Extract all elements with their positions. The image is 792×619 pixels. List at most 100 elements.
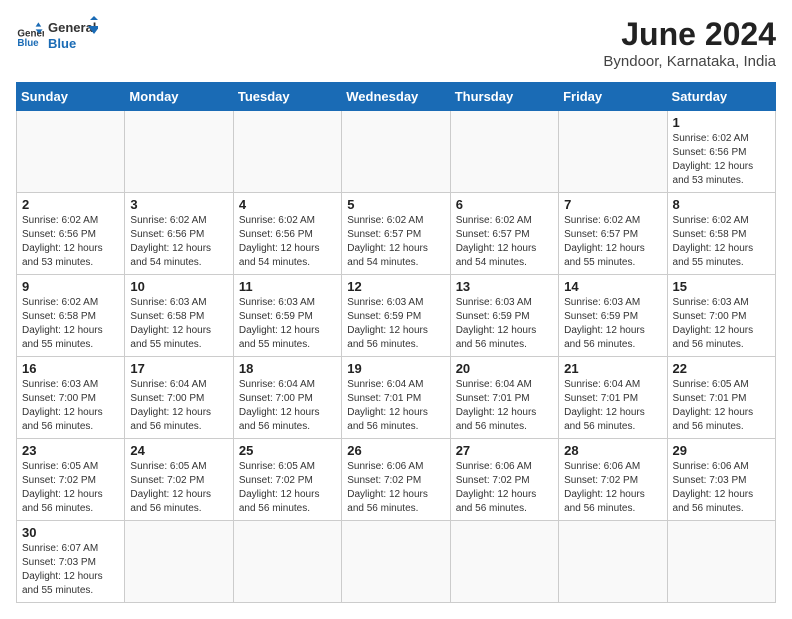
calendar-cell (342, 111, 450, 193)
subtitle: Byndoor, Karnataka, India (603, 53, 776, 70)
day-info: Sunrise: 6:06 AM Sunset: 7:02 PM Dayligh… (456, 460, 553, 516)
day-header-tuesday: Tuesday (233, 83, 341, 111)
calendar-week-row: 2 Sunrise: 6:02 AM Sunset: 6:56 PM Daylig… (17, 193, 776, 275)
day-info: Sunrise: 6:02 AM Sunset: 6:57 PM Dayligh… (456, 214, 553, 270)
calendar-header-row: SundayMondayTuesdayWednesdayThursdayFrid… (17, 83, 776, 111)
calendar-cell: 18 Sunrise: 6:04 AM Sunset: 7:00 PM Dayli… (233, 357, 341, 439)
calendar-cell: 12 Sunrise: 6:03 AM Sunset: 6:59 PM Dayli… (342, 275, 450, 357)
day-info: Sunrise: 6:04 AM Sunset: 7:01 PM Dayligh… (564, 378, 661, 434)
day-header-wednesday: Wednesday (342, 83, 450, 111)
day-number: 22 (673, 361, 770, 376)
day-header-monday: Monday (125, 83, 233, 111)
day-info: Sunrise: 6:02 AM Sunset: 6:58 PM Dayligh… (22, 296, 119, 352)
day-number: 8 (673, 197, 770, 212)
calendar-cell: 2 Sunrise: 6:02 AM Sunset: 6:56 PM Daylig… (17, 193, 125, 275)
day-info: Sunrise: 6:02 AM Sunset: 6:56 PM Dayligh… (130, 214, 227, 270)
calendar-cell: 16 Sunrise: 6:03 AM Sunset: 7:00 PM Dayli… (17, 357, 125, 439)
generalblue-logo-svg: General Blue (48, 16, 98, 54)
calendar-cell: 23Sunrise: 6:05 AM Sunset: 7:02 PM Dayli… (17, 439, 125, 521)
calendar-cell: 22Sunrise: 6:05 AM Sunset: 7:01 PM Dayli… (667, 357, 775, 439)
calendar-cell: 29 Sunrise: 6:06 AM Sunset: 7:03 PM Dayli… (667, 439, 775, 521)
day-header-thursday: Thursday (450, 83, 558, 111)
calendar-cell: 10Sunrise: 6:03 AM Sunset: 6:58 PM Dayli… (125, 275, 233, 357)
day-number: 17 (130, 361, 227, 376)
calendar-cell (559, 521, 667, 603)
day-number: 6 (456, 197, 553, 212)
day-number: 26 (347, 443, 444, 458)
day-number: 21 (564, 361, 661, 376)
day-number: 27 (456, 443, 553, 458)
calendar-cell: 30 Sunrise: 6:07 AM Sunset: 7:03 PM Dayli… (17, 521, 125, 603)
day-number: 23 (22, 443, 119, 458)
day-number: 3 (130, 197, 227, 212)
calendar-cell: 17Sunrise: 6:04 AM Sunset: 7:00 PM Dayli… (125, 357, 233, 439)
day-info: Sunrise: 6:03 AM Sunset: 6:59 PM Dayligh… (347, 296, 444, 352)
day-header-sunday: Sunday (17, 83, 125, 111)
calendar-cell: 25Sunrise: 6:05 AM Sunset: 7:02 PM Dayli… (233, 439, 341, 521)
day-number: 18 (239, 361, 336, 376)
day-info: Sunrise: 6:02 AM Sunset: 6:56 PM Dayligh… (239, 214, 336, 270)
calendar-cell: 1 Sunrise: 6:02 AM Sunset: 6:56 PM Daylig… (667, 111, 775, 193)
day-number: 14 (564, 279, 661, 294)
day-number: 11 (239, 279, 336, 294)
day-info: Sunrise: 6:04 AM Sunset: 7:01 PM Dayligh… (347, 378, 444, 434)
day-info: Sunrise: 6:02 AM Sunset: 6:58 PM Dayligh… (673, 214, 770, 270)
calendar-cell (450, 521, 558, 603)
calendar-cell: 26Sunrise: 6:06 AM Sunset: 7:02 PM Dayli… (342, 439, 450, 521)
day-number: 7 (564, 197, 661, 212)
page-header: General Blue General Blue June 2024 Bynd… (16, 16, 776, 70)
calendar-cell: 5Sunrise: 6:02 AM Sunset: 6:57 PM Daylig… (342, 193, 450, 275)
day-header-saturday: Saturday (667, 83, 775, 111)
calendar-cell: 24Sunrise: 6:05 AM Sunset: 7:02 PM Dayli… (125, 439, 233, 521)
calendar-cell (667, 521, 775, 603)
calendar-week-row: 23 Sunrise: 6:05 AM Sunset: 7:02 PM Dayli… (17, 439, 776, 521)
svg-text:Blue: Blue (17, 38, 39, 49)
day-info: Sunrise: 6:03 AM Sunset: 7:00 PM Dayligh… (673, 296, 770, 352)
calendar-week-row: 1 Sunrise: 6:02 AM Sunset: 6:56 PM Daylig… (17, 111, 776, 193)
day-number: 28 (564, 443, 661, 458)
calendar-cell (233, 521, 341, 603)
day-info: Sunrise: 6:03 AM Sunset: 6:59 PM Dayligh… (456, 296, 553, 352)
day-number: 16 (22, 361, 119, 376)
day-number: 15 (673, 279, 770, 294)
day-info: Sunrise: 6:03 AM Sunset: 6:59 PM Dayligh… (239, 296, 336, 352)
calendar-cell (450, 111, 558, 193)
day-number: 9 (22, 279, 119, 294)
calendar-cell: 11 Sunrise: 6:03 AM Sunset: 6:59 PM Dayli… (233, 275, 341, 357)
day-number: 12 (347, 279, 444, 294)
calendar-cell: 28Sunrise: 6:06 AM Sunset: 7:02 PM Dayli… (559, 439, 667, 521)
calendar-cell: 3 Sunrise: 6:02 AM Sunset: 6:56 PM Daylig… (125, 193, 233, 275)
day-number: 2 (22, 197, 119, 212)
calendar-cell (233, 111, 341, 193)
day-info: Sunrise: 6:04 AM Sunset: 7:00 PM Dayligh… (239, 378, 336, 434)
main-title: June 2024 (603, 16, 776, 53)
day-header-friday: Friday (559, 83, 667, 111)
day-info: Sunrise: 6:02 AM Sunset: 6:56 PM Dayligh… (673, 132, 770, 188)
calendar-cell: 20 Sunrise: 6:04 AM Sunset: 7:01 PM Dayli… (450, 357, 558, 439)
calendar-cell: 4Sunrise: 6:02 AM Sunset: 6:56 PM Daylig… (233, 193, 341, 275)
logo-icon: General Blue (16, 21, 44, 49)
calendar-cell: 15 Sunrise: 6:03 AM Sunset: 7:00 PM Dayli… (667, 275, 775, 357)
day-info: Sunrise: 6:06 AM Sunset: 7:03 PM Dayligh… (673, 460, 770, 516)
day-info: Sunrise: 6:02 AM Sunset: 6:56 PM Dayligh… (22, 214, 119, 270)
day-info: Sunrise: 6:03 AM Sunset: 7:00 PM Dayligh… (22, 378, 119, 434)
day-number: 13 (456, 279, 553, 294)
day-number: 30 (22, 525, 119, 540)
day-info: Sunrise: 6:05 AM Sunset: 7:02 PM Dayligh… (130, 460, 227, 516)
day-info: Sunrise: 6:07 AM Sunset: 7:03 PM Dayligh… (22, 542, 119, 598)
calendar-week-row: 16 Sunrise: 6:03 AM Sunset: 7:00 PM Dayli… (17, 357, 776, 439)
day-number: 29 (673, 443, 770, 458)
calendar-cell: 6 Sunrise: 6:02 AM Sunset: 6:57 PM Daylig… (450, 193, 558, 275)
calendar-cell (125, 111, 233, 193)
day-info: Sunrise: 6:02 AM Sunset: 6:57 PM Dayligh… (564, 214, 661, 270)
day-info: Sunrise: 6:04 AM Sunset: 7:01 PM Dayligh… (456, 378, 553, 434)
day-info: Sunrise: 6:02 AM Sunset: 6:57 PM Dayligh… (347, 214, 444, 270)
day-number: 1 (673, 115, 770, 130)
calendar-cell: 7 Sunrise: 6:02 AM Sunset: 6:57 PM Daylig… (559, 193, 667, 275)
calendar-cell: 9 Sunrise: 6:02 AM Sunset: 6:58 PM Daylig… (17, 275, 125, 357)
day-number: 20 (456, 361, 553, 376)
title-area: June 2024 Byndoor, Karnataka, India (603, 16, 776, 70)
day-info: Sunrise: 6:03 AM Sunset: 6:59 PM Dayligh… (564, 296, 661, 352)
day-info: Sunrise: 6:05 AM Sunset: 7:02 PM Dayligh… (239, 460, 336, 516)
day-number: 19 (347, 361, 444, 376)
